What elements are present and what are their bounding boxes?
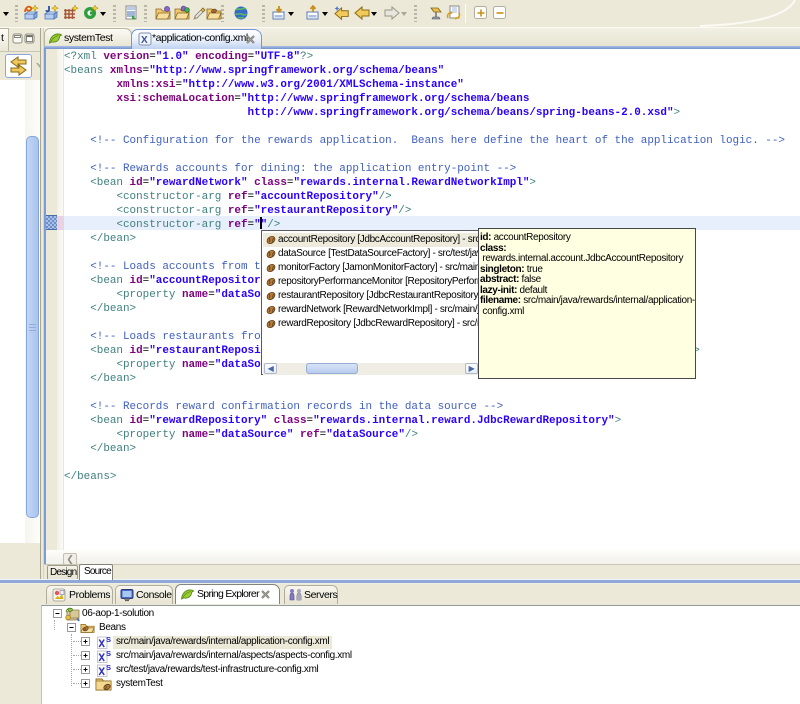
svg-text:S: S xyxy=(106,663,111,672)
svg-text:S: S xyxy=(106,649,111,658)
svg-text:X: X xyxy=(141,35,148,46)
svg-text:S: S xyxy=(106,635,111,644)
